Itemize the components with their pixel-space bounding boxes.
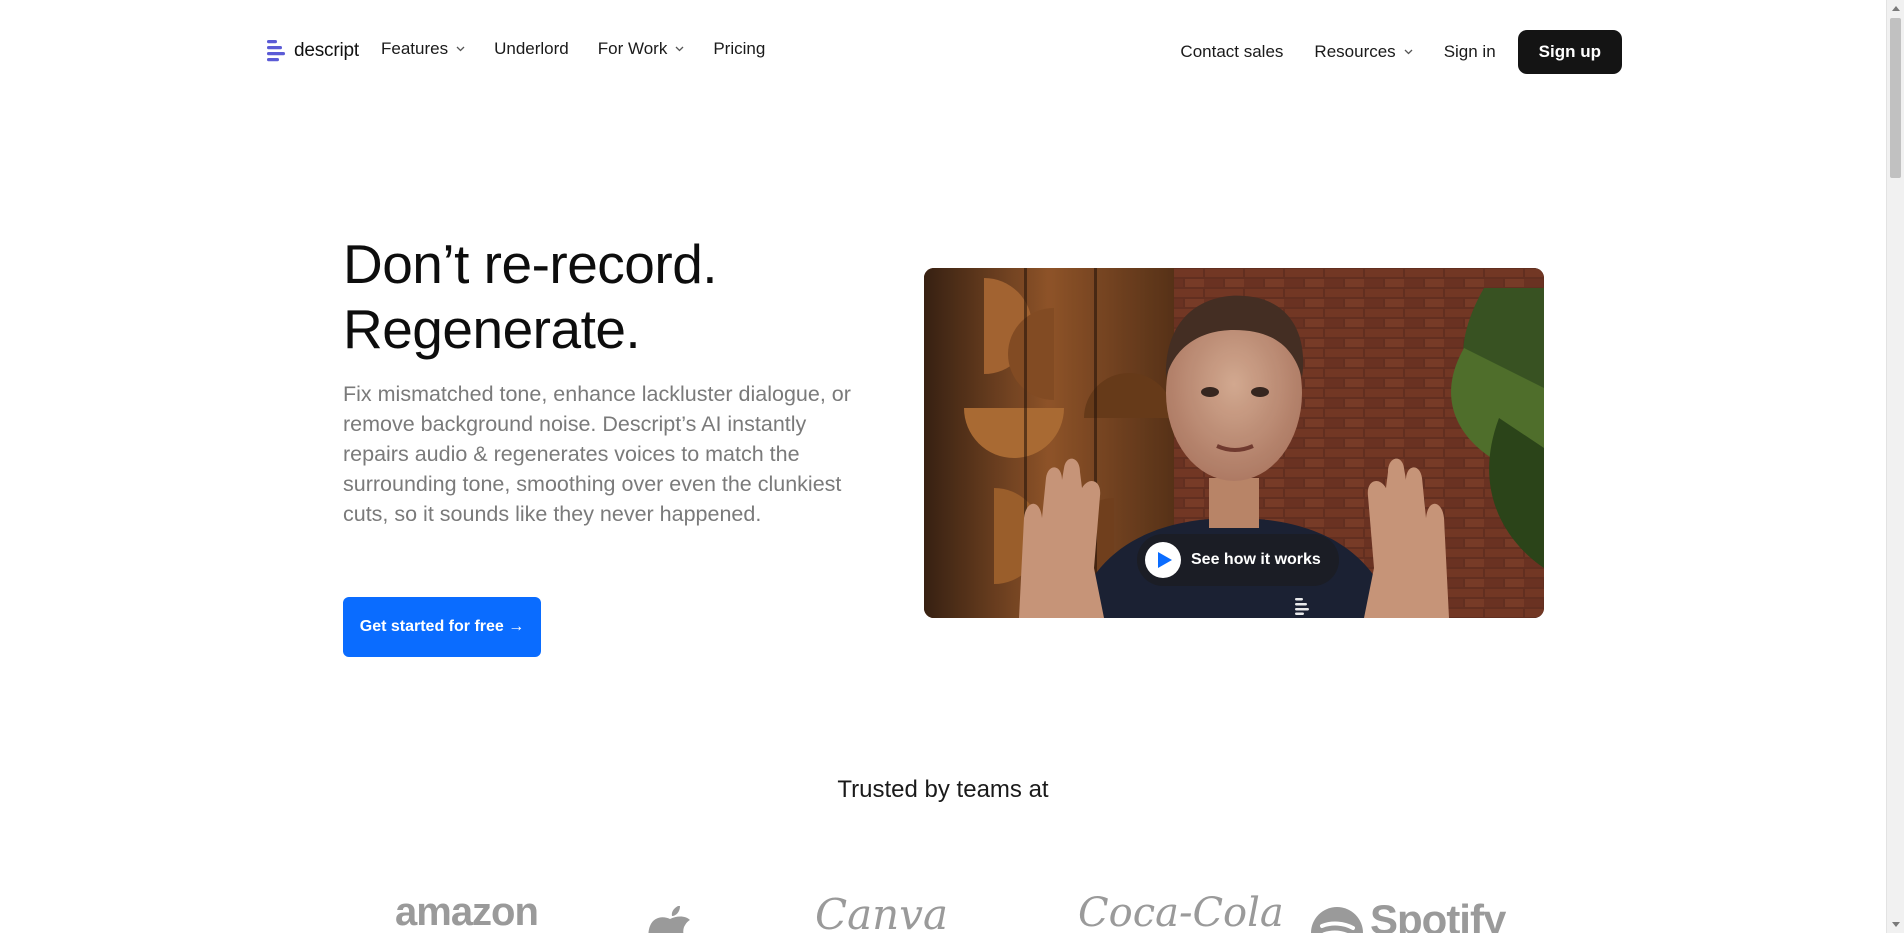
hero-title-line-1: Don’t re-record.: [343, 233, 718, 295]
scroll-thumb[interactable]: [1890, 18, 1901, 178]
top-nav: descript Features Underlord For Work Pri…: [0, 0, 1886, 104]
see-how-it-works-button[interactable]: See how it works: [1137, 534, 1339, 586]
spotify-icon: [1311, 907, 1363, 933]
nav-item-contact-sales[interactable]: Contact sales: [1180, 42, 1283, 62]
hero-subtitle: Fix mismatched tone, enhance lackluster …: [343, 382, 851, 526]
primary-nav: Features Underlord For Work Pricing: [381, 39, 794, 59]
spotify-wordmark: Spotify: [1370, 896, 1506, 933]
chevron-down-icon: [1404, 49, 1413, 55]
logo-text: descript: [294, 40, 359, 61]
nav-item-for-work[interactable]: For Work: [598, 39, 685, 59]
hero-video[interactable]: See how it works: [924, 268, 1544, 618]
get-started-button[interactable]: Get started for free →: [343, 597, 541, 657]
nav-item-label: Features: [381, 39, 449, 58]
chevron-down-icon: [456, 46, 465, 52]
nav-item-label: Contact sales: [1180, 42, 1284, 61]
nav-item-label: Sign in: [1443, 42, 1496, 61]
chevron-down-icon: [675, 46, 684, 52]
scroll-down-arrow-icon[interactable]: [1887, 916, 1904, 933]
apple-logo-icon: [648, 906, 690, 933]
trusted-heading: Trusted by teams at: [837, 776, 1049, 803]
play-icon: [1157, 552, 1172, 568]
page-scrollbar[interactable]: [1886, 0, 1904, 933]
descript-logo[interactable]: descript: [267, 39, 359, 63]
descript-logo-icon: [267, 40, 285, 62]
sign-up-button[interactable]: Sign up: [1517, 30, 1622, 74]
page: descript Features Underlord For Work Pri…: [0, 0, 1904, 933]
secondary-nav: Contact sales Resources Sign in Sign up: [1180, 30, 1622, 74]
nav-item-resources[interactable]: Resources: [1314, 42, 1413, 62]
spotify-logo: Spotify: [1310, 890, 1506, 933]
coca-cola-logo: Coca-Cola: [1078, 890, 1284, 933]
hero-title: Don’t re-record. Regenerate.: [343, 232, 718, 362]
descript-watermark-icon: [1295, 598, 1309, 615]
hero-title-line-2: Regenerate.: [343, 298, 641, 360]
nav-item-pricing[interactable]: Pricing: [713, 39, 765, 59]
nav-item-label: Underlord: [494, 39, 569, 58]
play-button[interactable]: [1145, 542, 1181, 578]
canva-logo: Canva: [815, 890, 948, 933]
nav-item-features[interactable]: Features: [381, 39, 465, 59]
nav-item-underlord[interactable]: Underlord: [494, 39, 569, 59]
scroll-up-arrow-icon[interactable]: [1887, 0, 1904, 17]
nav-item-sign-in[interactable]: Sign in: [1444, 42, 1496, 62]
play-label: See how it works: [1191, 551, 1321, 568]
nav-item-label: Resources: [1314, 42, 1396, 61]
amazon-logo: amazon: [395, 890, 539, 933]
brand-logos: amazon Canva Coca-Cola Spotify: [0, 890, 1886, 933]
nav-item-label: For Work: [597, 39, 668, 58]
nav-item-label: Pricing: [713, 39, 766, 58]
